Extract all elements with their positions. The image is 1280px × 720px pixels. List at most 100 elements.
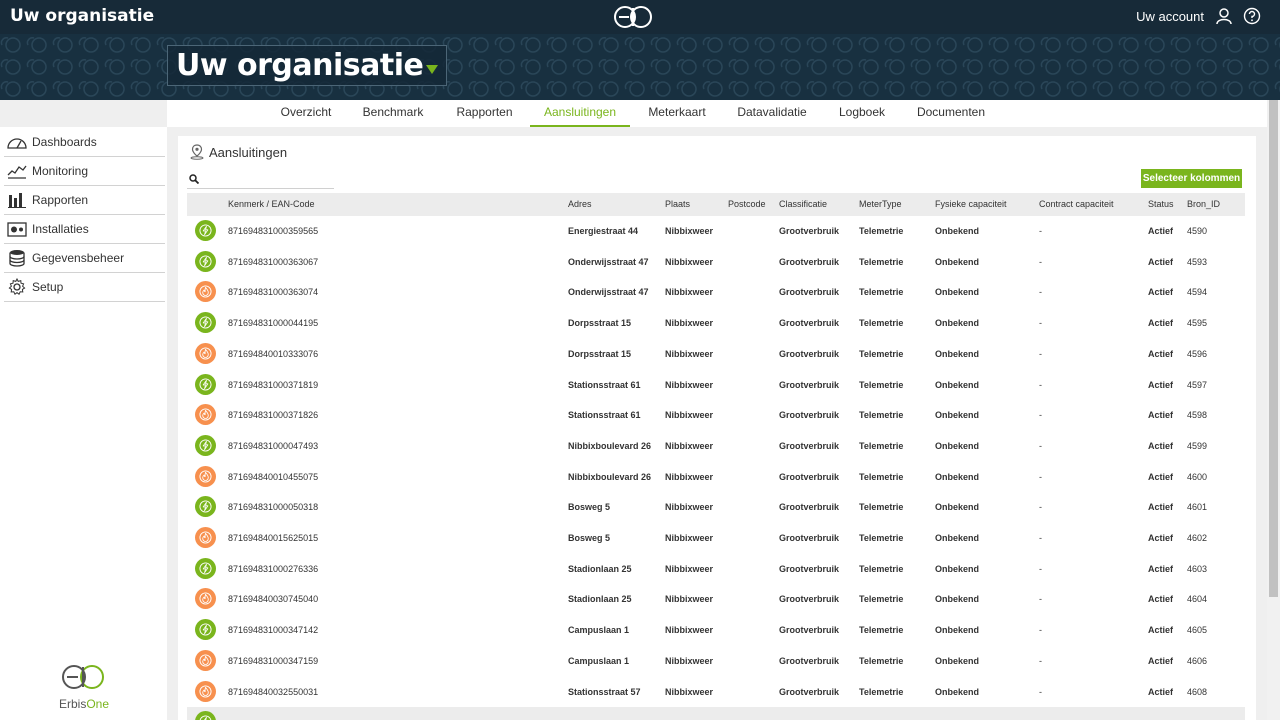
sidebar-item-setup[interactable]: Setup	[4, 273, 165, 302]
organization-name: Uw organisatie	[176, 48, 424, 83]
bar-chart-icon	[6, 191, 28, 209]
cell-status: Actief	[1148, 594, 1174, 605]
cell-metertype: Telemetrie	[859, 471, 904, 482]
cell-contract-capaciteit: -	[1039, 226, 1042, 236]
cell-fysieke-capaciteit: Onbekend	[935, 410, 980, 421]
table-row[interactable]: 871694831000044195 Dorpsstraat 15 Nibbixwe…	[187, 308, 1245, 339]
sidebar-item-installaties[interactable]: Installaties	[4, 215, 165, 244]
monitoring-icon	[6, 162, 28, 180]
cell-bron-id: 4596	[1187, 348, 1208, 359]
cell-metertype: Telemetrie	[859, 563, 904, 574]
cell-bron-id: 4602	[1187, 533, 1208, 543]
gauge-icon	[6, 133, 28, 151]
cell-ean: 871694831000347142	[228, 625, 319, 636]
cell-bron-id: 4597	[1187, 379, 1208, 390]
cell-contract-capaciteit: -	[1039, 686, 1042, 697]
table-row[interactable]: 871694831000371819 Stationsstraat 61 Nibbi…	[187, 369, 1245, 401]
cell-metertype: Telemetrie	[859, 348, 904, 359]
sidebar-item-dashboards[interactable]: Dashboards	[4, 128, 165, 157]
cell-bron-id: 4604	[1187, 594, 1208, 605]
cell-plaats: Nibbixweer	[665, 379, 714, 390]
installations-icon	[6, 220, 28, 238]
sidebar-item-monitoring[interactable]: Monitoring	[4, 157, 165, 186]
tab-logboek[interactable]: Logboek	[832, 100, 892, 127]
cell-status: Actief	[1148, 348, 1174, 359]
column-header-status[interactable]: Status	[1148, 193, 1174, 216]
cell-plaats: Nibbixweer	[665, 594, 714, 605]
cell-bron-id: 4601	[1187, 502, 1208, 513]
tab-rapporten[interactable]: Rapporten	[447, 100, 522, 127]
table-row[interactable]: 871694831000363067 Onderwijsstraat 47 Nibb…	[187, 246, 1245, 278]
cell-ean: 871694831000371826	[228, 410, 319, 421]
cell-classificatie: Grootverbruik	[779, 318, 840, 329]
cell-metertype: Telemetrie	[859, 256, 904, 267]
cell-adres: Dorpsstraat 15	[568, 318, 632, 329]
cell-plaats: Nibbixweer	[665, 287, 714, 298]
page-scrollbar[interactable]	[1267, 100, 1280, 720]
cell-status: Actief	[1148, 410, 1174, 421]
erbisone-logo-icon[interactable]	[609, 4, 657, 30]
table-row[interactable]: 871694840030745040 Stadionlaan 25 Nibbixwe…	[187, 584, 1245, 616]
table-row[interactable]: 871694831000050318 Bosweg 5 Nibbixweer Groo…	[187, 492, 1245, 523]
help-icon[interactable]	[1242, 6, 1262, 26]
cell-fysieke-capaciteit: Onbekend	[935, 348, 980, 359]
column-header-plaats[interactable]: Plaats	[665, 193, 690, 216]
column-header-classificatie[interactable]: Classificatie	[779, 193, 827, 216]
column-header-adres[interactable]: Adres	[568, 193, 592, 216]
brand-logo: ErbisOne	[54, 663, 114, 711]
cell-contract-capaciteit: -	[1039, 502, 1042, 513]
cell-contract-capaciteit: -	[1039, 471, 1042, 482]
cell-plaats: Nibbixweer	[665, 410, 714, 421]
cell-fysieke-capaciteit: Onbekend	[935, 502, 980, 513]
cell-status: Actief	[1148, 379, 1174, 390]
table-row[interactable]: 871694831000347142 Campuslaan 1 Nibbixweer…	[187, 615, 1245, 646]
column-header-postcode[interactable]: Postcode	[728, 193, 766, 216]
tab-overzicht[interactable]: Overzicht	[270, 100, 342, 127]
table-row[interactable]: 871694840015625015 Bosweg 5 Nibbixweer Groo…	[187, 523, 1245, 554]
tab-documenten[interactable]: Documenten	[912, 100, 990, 127]
column-header-contract-capaciteit[interactable]: Contract capaciteit	[1039, 193, 1114, 216]
table-row[interactable]: 871694840032550031 Stationsstraat 57 Nibbi…	[187, 676, 1245, 708]
column-header-ean[interactable]: Kenmerk / EAN-Code	[228, 193, 315, 216]
cell-classificatie: Grootverbruik	[779, 226, 840, 236]
search-input[interactable]	[203, 171, 331, 187]
table-row[interactable]: 871694840010455075 Nibbixboulevard 26 Nibb…	[187, 461, 1245, 493]
column-header-bron-id[interactable]: Bron_ID	[1187, 193, 1220, 216]
organization-selector[interactable]: Uw organisatie	[167, 45, 448, 86]
table-row[interactable]	[187, 707, 1245, 720]
sidebar-item-gegevensbeheer[interactable]: Gegevensbeheer	[4, 244, 165, 273]
cell-metertype: Telemetrie	[859, 594, 904, 605]
cell-contract-capaciteit: -	[1039, 563, 1042, 574]
table-row[interactable]: 871694840010333076 Dorpsstraat 15 Nibbixwe…	[187, 338, 1245, 370]
tab-datavalidatie[interactable]: Datavalidatie	[732, 100, 812, 127]
table-row[interactable]: 871694831000359565 Energiestraat 44 Nibbix…	[187, 216, 1245, 247]
electricity-icon	[195, 220, 216, 241]
cell-contract-capaciteit: -	[1039, 533, 1042, 543]
cell-status: Actief	[1148, 502, 1174, 513]
table-row[interactable]: 871694831000371826 Stationsstraat 61 Nibbi…	[187, 400, 1245, 431]
column-header-fysieke-capaciteit[interactable]: Fysieke capaciteit	[935, 193, 1007, 216]
table-row[interactable]: 871694831000276336 Stadionlaan 25 Nibbixwe…	[187, 553, 1245, 585]
column-header-metertype[interactable]: MeterType	[859, 193, 902, 216]
cell-plaats: Nibbixweer	[665, 318, 714, 329]
cell-status: Actief	[1148, 563, 1174, 574]
cell-status: Actief	[1148, 625, 1174, 636]
sidebar-item-rapporten[interactable]: Rapporten	[4, 186, 165, 215]
tab-benchmark[interactable]: Benchmark	[352, 100, 434, 127]
table-row[interactable]: 871694831000347159 Campuslaan 1 Nibbixweer…	[187, 645, 1245, 677]
page-scrollbar-thumb[interactable]	[1269, 100, 1278, 597]
tab-aansluitingen[interactable]: Aansluitingen	[530, 100, 630, 127]
cell-fysieke-capaciteit: Onbekend	[935, 686, 980, 697]
select-columns-button[interactable]: Selecteer kolommen	[1141, 169, 1242, 188]
cell-bron-id: 4600	[1187, 471, 1208, 482]
electricity-icon	[195, 434, 216, 456]
table-row[interactable]: 871694831000363074 Onderwijsstraat 47 Nibb…	[187, 277, 1245, 309]
caret-down-icon	[426, 65, 439, 74]
user-icon[interactable]	[1214, 6, 1234, 26]
cell-classificatie: Grootverbruik	[779, 379, 840, 390]
cell-adres: Bosweg 5	[568, 533, 611, 543]
account-link[interactable]: Uw account	[1136, 9, 1204, 24]
table-row[interactable]: 871694831000047493 Nibbixboulevard 26 Nibb…	[187, 430, 1245, 462]
cell-ean: 871694840032550031	[228, 686, 319, 697]
tab-meterkaart[interactable]: Meterkaart	[640, 100, 714, 127]
